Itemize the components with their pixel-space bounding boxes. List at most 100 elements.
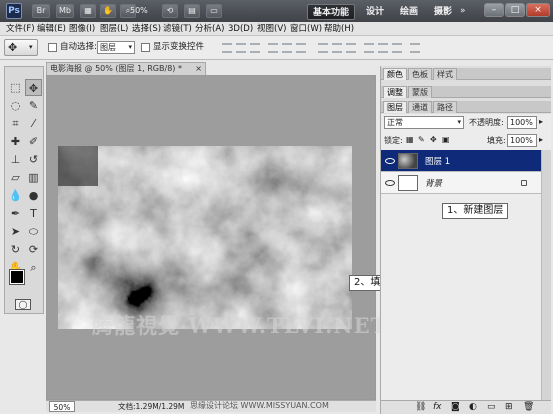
screen-mode-icon[interactable]: ▭: [206, 4, 222, 18]
workspace-painting[interactable]: 绘画: [396, 4, 422, 20]
move-tool-icon[interactable]: ✥: [25, 79, 42, 96]
path-selection-tool-icon[interactable]: ➤: [7, 223, 24, 240]
close-button[interactable]: ×: [526, 3, 550, 17]
layer-name[interactable]: 图层 1: [425, 155, 450, 167]
menu-edit[interactable]: 编辑(E): [37, 22, 66, 36]
align-bottom-icon[interactable]: [250, 43, 260, 53]
adjustment-layer-icon[interactable]: ◐: [469, 402, 477, 412]
eyedropper-tool-icon[interactable]: ⁄: [25, 115, 42, 132]
shape-tool-icon[interactable]: ⬭: [25, 223, 42, 240]
menu-view[interactable]: 视图(V): [257, 22, 286, 36]
auto-select-dropdown[interactable]: 图层 ▾: [97, 41, 135, 54]
blend-mode-dropdown[interactable]: 正常 ▾: [384, 116, 464, 129]
tab-adjustments[interactable]: 调整: [383, 86, 407, 98]
link-layers-icon[interactable]: ⛓: [415, 402, 426, 412]
arrange-documents-icon[interactable]: ▤: [184, 4, 200, 18]
menu-3d[interactable]: 3D(D): [228, 22, 253, 36]
menu-image[interactable]: 图像(I): [69, 22, 95, 36]
menu-layer[interactable]: 图层(L): [100, 22, 128, 36]
align-right-icon[interactable]: [296, 43, 306, 53]
distribute-left-icon[interactable]: [364, 43, 374, 53]
show-transform-checkbox[interactable]: [141, 43, 150, 52]
zoom-level[interactable]: 50%: [130, 6, 148, 15]
history-brush-tool-icon[interactable]: ↺: [25, 151, 42, 168]
fx-icon[interactable]: fx: [433, 402, 442, 412]
minimize-button[interactable]: –: [484, 3, 504, 17]
rotate-icon[interactable]: ⟲: [162, 4, 178, 18]
align-vcenter-icon[interactable]: [236, 43, 246, 53]
layer-row-background[interactable]: 背景: [381, 172, 541, 194]
dodge-tool-icon[interactable]: ●: [25, 187, 42, 204]
menu-filter[interactable]: 滤镜(T): [163, 22, 192, 36]
align-top-icon[interactable]: [222, 43, 232, 53]
fill-input[interactable]: 100%: [507, 134, 537, 147]
lock-transparency-icon[interactable]: ▦: [406, 135, 414, 144]
distribute-top-icon[interactable]: [318, 43, 328, 53]
menu-window[interactable]: 窗口(W): [290, 22, 322, 36]
eraser-tool-icon[interactable]: ▱: [7, 169, 24, 186]
workspace-essentials[interactable]: 基本功能: [307, 4, 355, 20]
blur-tool-icon[interactable]: 💧: [7, 187, 24, 204]
opacity-input[interactable]: 100%: [507, 116, 537, 129]
menu-analysis[interactable]: 分析(A): [195, 22, 224, 36]
tab-layers[interactable]: 图层: [383, 101, 407, 113]
eye-icon[interactable]: [385, 180, 395, 186]
clone-stamp-tool-icon[interactable]: ⊥: [7, 151, 24, 168]
layers-scrollbar[interactable]: [541, 150, 551, 400]
new-group-icon[interactable]: ▭: [487, 402, 496, 412]
document-tab[interactable]: 电影海报 @ 50% (图层 1, RGB/8) * ×: [46, 62, 206, 75]
lock-pixels-icon[interactable]: ✎: [418, 135, 425, 144]
foreground-color-swatch[interactable]: [9, 269, 25, 285]
3d-orbit-tool-icon[interactable]: ⟳: [25, 241, 42, 258]
tab-styles[interactable]: 样式: [433, 68, 457, 80]
opacity-arrow-icon[interactable]: ▸: [539, 117, 543, 126]
auto-align-icon[interactable]: [410, 43, 420, 53]
marquee-tool-icon[interactable]: ⬚: [7, 79, 24, 96]
menu-file[interactable]: 文件(F): [6, 22, 35, 36]
crop-tool-icon[interactable]: ⌗: [7, 115, 24, 132]
tab-masks[interactable]: 蒙版: [408, 86, 432, 98]
align-hcenter-icon[interactable]: [282, 43, 292, 53]
tab-paths[interactable]: 路径: [433, 101, 457, 113]
doc-size[interactable]: 文档:1.29M/1.29M: [118, 401, 184, 412]
distribute-vcenter-icon[interactable]: [332, 43, 342, 53]
eye-icon[interactable]: [385, 158, 395, 164]
gradient-tool-icon[interactable]: ▥: [25, 169, 42, 186]
distribute-hcenter-icon[interactable]: [378, 43, 388, 53]
menu-help[interactable]: 帮助(H): [324, 22, 354, 36]
layer-name[interactable]: 背景: [425, 177, 442, 189]
distribute-right-icon[interactable]: [392, 43, 402, 53]
workspace-photography[interactable]: 摄影: [430, 4, 456, 20]
layer-row-layer1[interactable]: 图层 1: [381, 150, 541, 172]
3d-rotate-tool-icon[interactable]: ↻: [7, 241, 24, 258]
trash-icon[interactable]: 🗑: [523, 402, 534, 412]
align-left-icon[interactable]: [268, 43, 278, 53]
close-tab-icon[interactable]: ×: [195, 63, 202, 75]
fill-arrow-icon[interactable]: ▸: [539, 135, 543, 144]
type-tool-icon[interactable]: T: [25, 205, 42, 222]
pen-tool-icon[interactable]: ✒: [7, 205, 24, 222]
auto-select-checkbox[interactable]: [48, 43, 57, 52]
bridge-button[interactable]: Br: [32, 4, 50, 18]
move-tool-preset-icon[interactable]: ✥ ▾: [4, 39, 38, 56]
tab-swatches[interactable]: 色板: [408, 68, 432, 80]
add-mask-icon[interactable]: ◙: [451, 402, 460, 412]
status-zoom[interactable]: 50%: [49, 401, 75, 412]
lock-position-icon[interactable]: ✥: [430, 135, 437, 144]
lasso-tool-icon[interactable]: ◌: [7, 97, 24, 114]
mini-bridge-button[interactable]: Mb: [56, 4, 74, 18]
brush-tool-icon[interactable]: ✐: [25, 133, 42, 150]
healing-brush-tool-icon[interactable]: ✚: [7, 133, 24, 150]
restore-button[interactable]: □: [505, 3, 525, 17]
lock-all-icon[interactable]: ▣: [442, 135, 450, 144]
distribute-bottom-icon[interactable]: [346, 43, 356, 53]
workspace-design[interactable]: 设计: [362, 4, 388, 20]
new-layer-icon[interactable]: ⊞: [505, 402, 513, 412]
quick-mask-icon[interactable]: ◯: [15, 299, 31, 310]
tab-color[interactable]: 颜色: [383, 68, 407, 80]
zoom-tool-icon[interactable]: ⌕: [25, 259, 42, 276]
tab-channels[interactable]: 通道: [408, 101, 432, 113]
menu-select[interactable]: 选择(S): [132, 22, 161, 36]
more-workspaces-icon[interactable]: »: [460, 6, 466, 16]
quick-select-tool-icon[interactable]: ✎: [25, 97, 42, 114]
